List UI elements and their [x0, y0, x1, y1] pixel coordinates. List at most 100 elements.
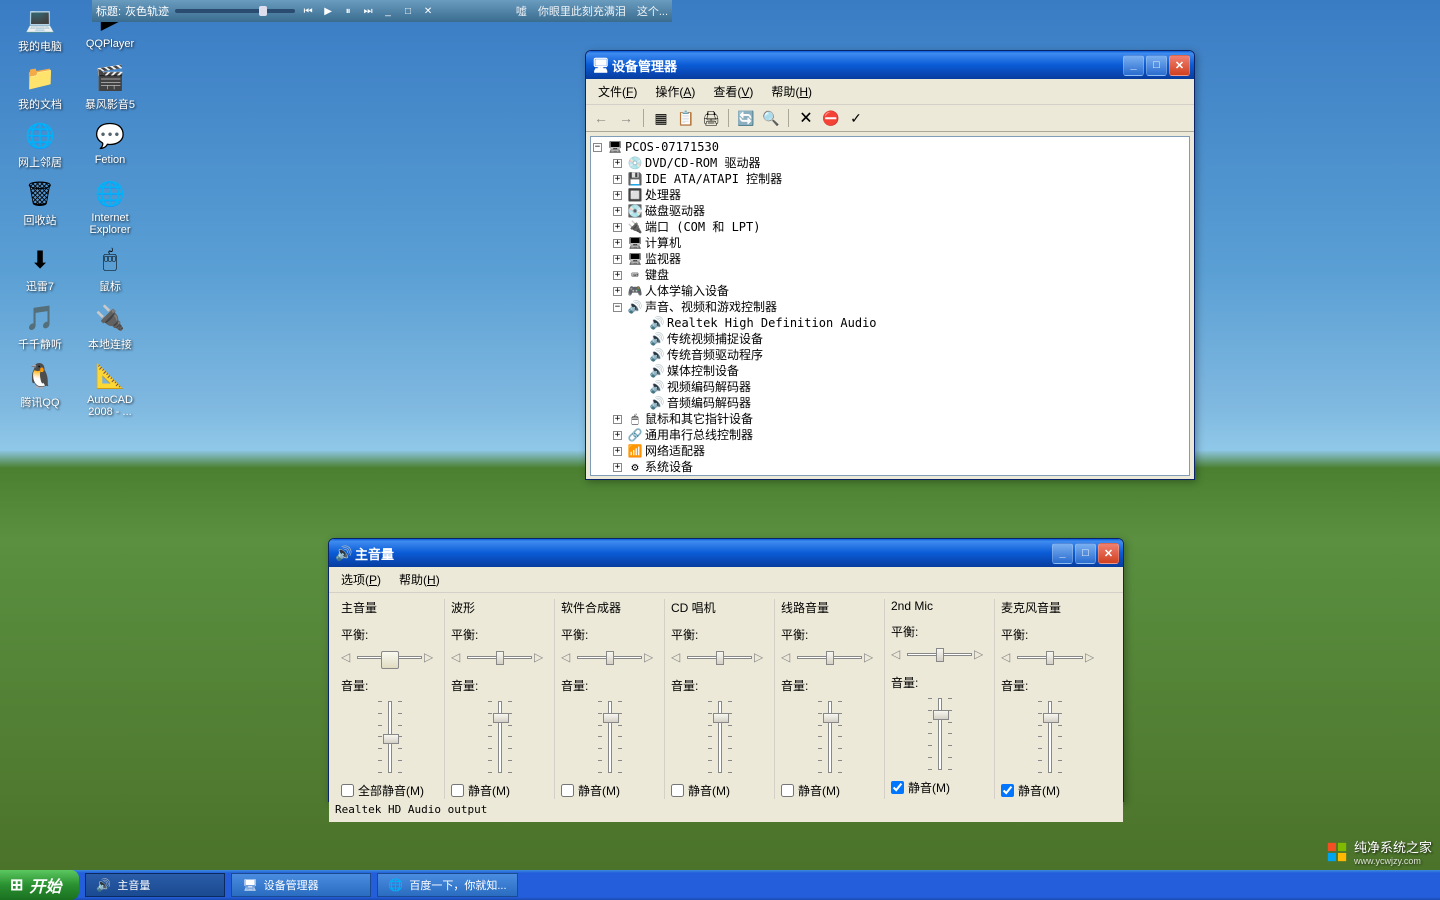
taskbar-task[interactable]: 🔊主音量 — [85, 873, 225, 897]
volume-slider[interactable] — [561, 698, 658, 776]
taskbar-task[interactable]: 🖥设备管理器 — [231, 873, 371, 897]
properties-button[interactable]: 📋 — [675, 107, 697, 129]
desktop-icon-fetion[interactable]: 💬Fetion — [75, 120, 145, 166]
balance-slider[interactable]: ◁▷ — [1001, 647, 1099, 667]
back-button[interactable]: ← — [590, 107, 612, 129]
minimize-button[interactable]: _ — [1052, 543, 1073, 564]
tree-node[interactable]: +🔗通用串行总线控制器 — [613, 427, 1187, 443]
update-driver-button[interactable]: 🔄 — [735, 107, 757, 129]
menu-帮助[interactable]: 帮助(H) — [763, 81, 820, 102]
expand-icon[interactable]: + — [613, 207, 622, 216]
expand-icon[interactable]: + — [613, 271, 622, 280]
mute-checkbox[interactable]: 静音(M) — [781, 782, 878, 799]
view-button[interactable]: ▦ — [650, 107, 672, 129]
menu-帮助[interactable]: 帮助(H) — [391, 569, 448, 590]
device-tree[interactable]: −🖥PCOS-07171530+💿DVD/CD-ROM 驱动器+💾IDE ATA… — [590, 136, 1190, 476]
mute-checkbox[interactable]: 静音(M) — [561, 782, 658, 799]
tree-node[interactable]: +🖱鼠标和其它指针设备 — [613, 411, 1187, 427]
menu-文件[interactable]: 文件(F) — [590, 81, 645, 102]
tree-node[interactable]: +💾IDE ATA/ATAPI 控制器 — [613, 171, 1187, 187]
desktop-icon-recycle[interactable]: 🗑回收站 — [5, 178, 75, 228]
tree-node[interactable]: +🖥监视器 — [613, 251, 1187, 267]
desktop-icon-my-documents[interactable]: 📁我的文档 — [5, 62, 75, 112]
expand-icon[interactable]: + — [613, 287, 622, 296]
desktop-icon-net-neighbor[interactable]: 🌐网上邻居 — [5, 120, 75, 170]
menu-操作[interactable]: 操作(A) — [647, 81, 703, 102]
player-restore-button[interactable]: □ — [401, 4, 415, 18]
tree-node[interactable]: +🎮人体学输入设备 — [613, 283, 1187, 299]
desktop-icon-ie[interactable]: 🌐Internet Explorer — [75, 178, 145, 236]
tree-node[interactable]: +🖥计算机 — [613, 235, 1187, 251]
menu-选项[interactable]: 选项(P) — [333, 569, 389, 590]
mute-checkbox[interactable]: 静音(M) — [891, 779, 988, 796]
desktop-icon-my-computer[interactable]: 💻我的电脑 — [5, 4, 75, 54]
desktop-icon-baofeng[interactable]: 🎬暴风影音5 — [75, 62, 145, 112]
tree-node[interactable]: +🔲处理器 — [613, 187, 1187, 203]
menu-查看[interactable]: 查看(V) — [705, 81, 761, 102]
tree-leaf[interactable]: 🔊传统音频驱动程序 — [633, 347, 1187, 363]
mute-checkbox[interactable]: 静音(M) — [1001, 782, 1099, 799]
tree-root[interactable]: −🖥PCOS-07171530 — [593, 139, 1187, 155]
tree-node-sound[interactable]: −🔊声音、视频和游戏控制器 — [613, 299, 1187, 315]
mute-checkbox[interactable]: 全部静音(M) — [341, 782, 438, 799]
player-minimize-button[interactable]: _ — [381, 4, 395, 18]
expand-icon[interactable]: + — [613, 255, 622, 264]
maximize-button[interactable]: □ — [1075, 543, 1096, 564]
expand-icon[interactable]: + — [613, 447, 622, 456]
volume-slider[interactable] — [341, 698, 438, 776]
forward-button[interactable]: → — [615, 107, 637, 129]
balance-slider[interactable]: ◁▷ — [341, 647, 438, 667]
volume-slider[interactable] — [781, 698, 878, 776]
maximize-button[interactable]: □ — [1146, 55, 1167, 76]
balance-slider[interactable]: ◁▷ — [671, 647, 768, 667]
tree-node[interactable]: +📶网络适配器 — [613, 443, 1187, 459]
desktop-icon-xunlei7[interactable]: ⬇迅雷7 — [5, 244, 75, 294]
device-manager-titlebar[interactable]: 🖥 设备管理器 _ □ ✕ — [586, 51, 1194, 79]
tree-node[interactable]: +💿DVD/CD-ROM 驱动器 — [613, 155, 1187, 171]
start-button[interactable]: ⊞ 开始 — [0, 870, 79, 900]
player-seek-slider[interactable] — [175, 9, 295, 13]
player-close-button[interactable]: ✕ — [421, 4, 435, 18]
collapse-icon[interactable]: − — [593, 143, 602, 152]
player-play-button[interactable]: ▶ — [321, 4, 335, 18]
uninstall-button[interactable]: 🗙 — [795, 107, 817, 129]
close-button[interactable]: ✕ — [1169, 55, 1190, 76]
print-button[interactable]: 🖨 — [700, 107, 722, 129]
player-pause-button[interactable]: ⏸ — [341, 4, 355, 18]
balance-slider[interactable]: ◁▷ — [781, 647, 878, 667]
desktop-icon-localconn[interactable]: 🔌本地连接 — [75, 302, 145, 352]
player-next-button[interactable]: ⏭ — [361, 4, 375, 18]
scan-hardware-button[interactable]: 🔍 — [760, 107, 782, 129]
tree-node[interactable]: +⌨键盘 — [613, 267, 1187, 283]
tree-leaf[interactable]: 🔊视频编码解码器 — [633, 379, 1187, 395]
expand-icon[interactable]: + — [613, 191, 622, 200]
desktop-icon-mouse[interactable]: 🖱鼠标 — [75, 244, 145, 294]
taskbar-task[interactable]: 🌐百度一下，你就知... — [377, 873, 517, 897]
volume-slider[interactable] — [451, 698, 548, 776]
balance-slider[interactable]: ◁▷ — [891, 644, 988, 664]
volume-slider[interactable] — [671, 698, 768, 776]
player-prev-button[interactable]: ⏮ — [301, 4, 315, 18]
volume-mixer-titlebar[interactable]: 🔊 主音量 _ □ ✕ — [329, 539, 1123, 567]
expand-icon[interactable]: + — [613, 223, 622, 232]
desktop-icon-ttplayer[interactable]: 🎵千千静听 — [5, 302, 75, 352]
tree-node[interactable]: +⚙系统设备 — [613, 459, 1187, 475]
volume-slider[interactable] — [891, 695, 988, 773]
tree-leaf[interactable]: 🔊媒体控制设备 — [633, 363, 1187, 379]
expand-icon[interactable]: + — [613, 463, 622, 472]
enable-button[interactable]: ✓ — [845, 107, 867, 129]
desktop-icon-qq[interactable]: 🐧腾讯QQ — [5, 360, 75, 410]
minimize-button[interactable]: _ — [1123, 55, 1144, 76]
tree-leaf[interactable]: 🔊音频编码解码器 — [633, 395, 1187, 411]
tree-leaf[interactable]: 🔊传统视频捕捉设备 — [633, 331, 1187, 347]
tree-node[interactable]: +💽磁盘驱动器 — [613, 203, 1187, 219]
mute-checkbox[interactable]: 静音(M) — [671, 782, 768, 799]
expand-icon[interactable]: + — [613, 175, 622, 184]
collapse-icon[interactable]: − — [613, 303, 622, 312]
tree-node[interactable]: +🔌端口 (COM 和 LPT) — [613, 219, 1187, 235]
balance-slider[interactable]: ◁▷ — [451, 647, 548, 667]
mute-checkbox[interactable]: 静音(M) — [451, 782, 548, 799]
close-button[interactable]: ✕ — [1098, 543, 1119, 564]
expand-icon[interactable]: + — [613, 239, 622, 248]
tree-leaf[interactable]: 🔊Realtek High Definition Audio — [633, 315, 1187, 331]
